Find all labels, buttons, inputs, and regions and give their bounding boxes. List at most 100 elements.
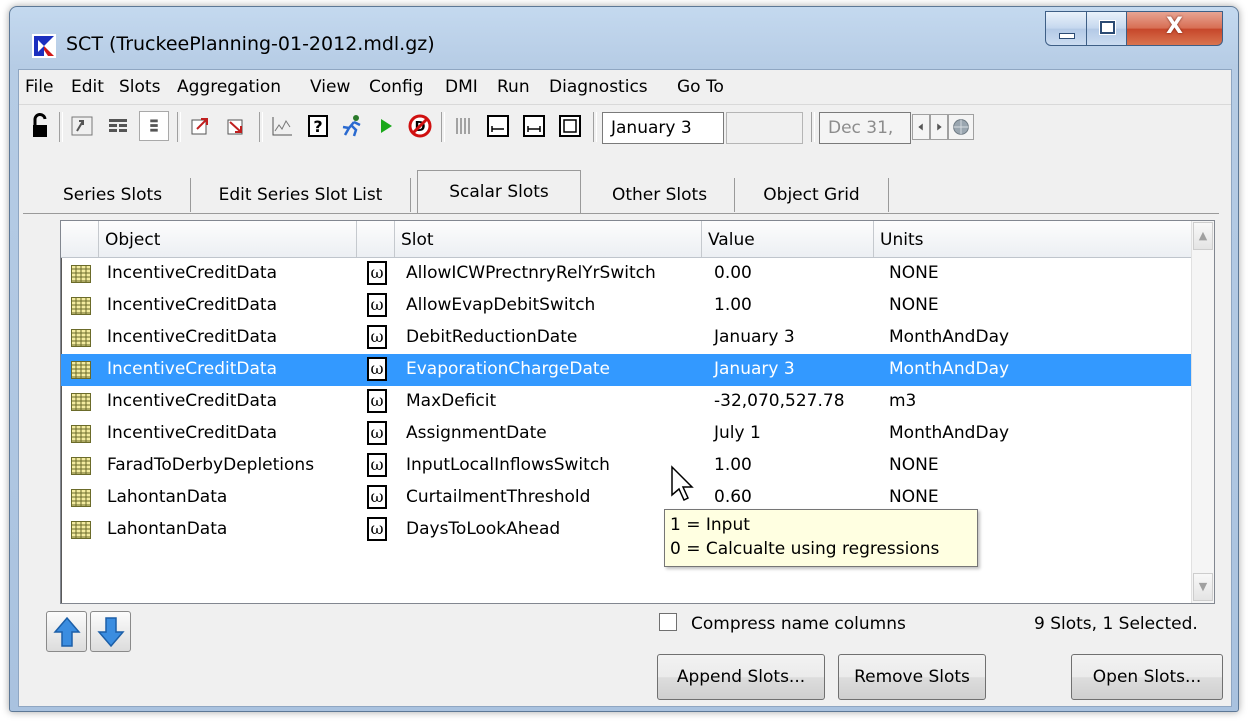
scroll-down-icon: ▼ <box>1198 580 1208 593</box>
cell-object: IncentiveCreditData <box>107 295 277 315</box>
scalar-slot-icon: ω <box>367 517 387 541</box>
run-figure-icon[interactable] <box>337 111 367 141</box>
cell-value[interactable]: January 3 <box>714 327 795 347</box>
scroll-down-button[interactable]: ▼ <box>1193 573 1213 601</box>
tab-other-slots[interactable]: Other Slots <box>585 178 735 212</box>
cell-slot: InputLocalInflowsSwitch <box>406 455 610 475</box>
table-row[interactable]: IncentiveCreditData ω MaxDeficit -32,070,52… <box>61 386 1191 418</box>
scalar-slot-icon: ω <box>367 325 387 349</box>
table-row[interactable]: LahontanData ω CurtailmentThreshold 0.60 NON… <box>61 482 1191 514</box>
append-slots-button[interactable]: Append Slots... <box>657 654 825 700</box>
columns-icon[interactable] <box>449 111 479 141</box>
cell-value[interactable]: 0.00 <box>714 263 752 283</box>
toolbar: ? D January 3 <box>19 106 1231 150</box>
compress-name-columns-checkbox[interactable] <box>659 613 677 631</box>
filter-icon[interactable] <box>103 111 133 141</box>
question-icon[interactable]: ? <box>303 111 333 141</box>
open-slot-icon[interactable] <box>185 111 215 141</box>
vertical-scrollbar[interactable]: ▲ ▼ <box>1191 221 1214 603</box>
open-slots-button[interactable]: Open Slots... <box>1071 654 1223 700</box>
tab-bar: Series Slots Edit Series Slot List Scala… <box>19 170 1231 214</box>
header-object[interactable]: Object <box>99 221 357 257</box>
table-row[interactable]: IncentiveCreditData ω DebitReductionDate Ja… <box>61 322 1191 354</box>
table-header: Object Slot Value Units <box>61 221 1191 258</box>
toolbar-separator <box>441 112 445 142</box>
scroll-up-button[interactable]: ▲ <box>1193 222 1213 250</box>
play-icon[interactable] <box>371 111 401 141</box>
cell-object: IncentiveCreditData <box>107 391 277 411</box>
header-value[interactable]: Value <box>702 221 874 257</box>
scalar-slot-icon: ω <box>367 357 387 381</box>
secondary-date-field[interactable] <box>726 112 803 144</box>
cell-slot: AssignmentDate <box>406 423 547 443</box>
menu-diagnostics[interactable]: Diagnostics <box>549 77 648 97</box>
cell-value[interactable]: 1.00 <box>714 455 752 475</box>
cell-slot: MaxDeficit <box>406 391 497 411</box>
cell-object: IncentiveCreditData <box>107 327 277 347</box>
sync-icon[interactable] <box>67 111 97 141</box>
lock-icon[interactable] <box>25 111 55 141</box>
menu-edit[interactable]: Edit <box>71 77 104 97</box>
scalar-slot-glyph: ω <box>370 487 384 506</box>
header-units[interactable]: Units <box>874 221 1191 257</box>
data-object-icon <box>71 425 91 443</box>
end-date-field[interactable]: Dec 31, <box>819 112 911 144</box>
close-slot-icon[interactable] <box>221 111 251 141</box>
fit-all-icon[interactable] <box>555 111 585 141</box>
client-area: File Edit Slots Aggregation View Config … <box>18 69 1232 707</box>
menu-aggregation[interactable]: Aggregation <box>177 77 281 97</box>
cell-value[interactable]: 0.60 <box>714 487 752 507</box>
compress-name-columns-label[interactable]: Compress name columns <box>691 614 906 634</box>
menu-view[interactable]: View <box>310 77 350 97</box>
cell-value[interactable]: -32,070,527.78 <box>714 391 845 411</box>
table-row[interactable]: IncentiveCreditData ω AllowEvapDebitSwitch… <box>61 290 1191 322</box>
cell-object: LahontanData <box>107 487 228 507</box>
globe-icon[interactable] <box>948 114 974 140</box>
tab-object-grid[interactable]: Object Grid <box>735 178 889 212</box>
table-row[interactable]: LahontanData ω DaysToLookAhead <box>61 514 1191 546</box>
table-row[interactable]: FaradToDerbyDepletions ω InputLocalInflows… <box>61 450 1191 482</box>
table-row[interactable]: IncentiveCreditData ω AllowICWPrectnryRelY… <box>61 258 1191 290</box>
prev-icon[interactable] <box>912 114 930 140</box>
table-row[interactable]: IncentiveCreditData ω AssignmentDate July 1… <box>61 418 1191 450</box>
tab-scalar-slots[interactable]: Scalar Slots <box>417 170 581 214</box>
table-row[interactable]: IncentiveCreditData ω EvaporationChargeDat… <box>61 354 1191 386</box>
tab-edit-series-slot-list[interactable]: Edit Series Slot List <box>191 178 411 212</box>
remove-slots-button[interactable]: Remove Slots <box>838 654 986 700</box>
minimize-button[interactable] <box>1045 11 1087 46</box>
menu-goto[interactable]: Go To <box>677 77 724 97</box>
maximize-icon <box>1099 20 1116 35</box>
close-button[interactable]: X <box>1127 11 1223 46</box>
tooltip-line-1: 1 = Input <box>670 515 750 535</box>
move-up-button[interactable] <box>46 611 87 652</box>
data-object-icon <box>71 457 91 475</box>
menu-run[interactable]: Run <box>497 77 530 97</box>
cell-value[interactable]: July 1 <box>714 423 761 443</box>
scalar-slot-glyph: ω <box>370 455 384 474</box>
menu-dmi[interactable]: DMI <box>445 77 478 97</box>
fit-right-icon[interactable] <box>519 111 549 141</box>
menu-config[interactable]: Config <box>369 77 424 97</box>
stop-icon[interactable]: D <box>405 111 435 141</box>
toolbar-separator <box>593 112 597 142</box>
sct-window: SCT (TruckeePlanning-01-2012.mdl.gz) X F… <box>9 6 1239 712</box>
menu-slots[interactable]: Slots <box>119 77 160 97</box>
cell-slot: EvaporationChargeDate <box>406 359 611 379</box>
cell-object: LahontanData <box>107 519 228 539</box>
cell-units: MonthAndDay <box>889 359 1010 379</box>
title-bar[interactable]: SCT (TruckeePlanning-01-2012.mdl.gz) X <box>10 7 1238 69</box>
cell-value[interactable]: January 3 <box>714 359 795 379</box>
fit-left-icon[interactable] <box>483 111 513 141</box>
tab-series-slots[interactable]: Series Slots <box>35 178 191 212</box>
plot-icon[interactable] <box>267 111 297 141</box>
current-date-field[interactable]: January 3 <box>602 112 724 144</box>
rows-icon[interactable] <box>139 111 169 141</box>
maximize-button[interactable] <box>1087 11 1127 46</box>
cell-units: NONE <box>889 295 939 315</box>
next-icon[interactable] <box>930 114 948 140</box>
cell-object: IncentiveCreditData <box>107 263 277 283</box>
menu-file[interactable]: File <box>25 77 53 97</box>
cell-value[interactable]: 1.00 <box>714 295 752 315</box>
header-slot[interactable]: Slot <box>395 221 702 257</box>
move-down-button[interactable] <box>90 611 131 652</box>
